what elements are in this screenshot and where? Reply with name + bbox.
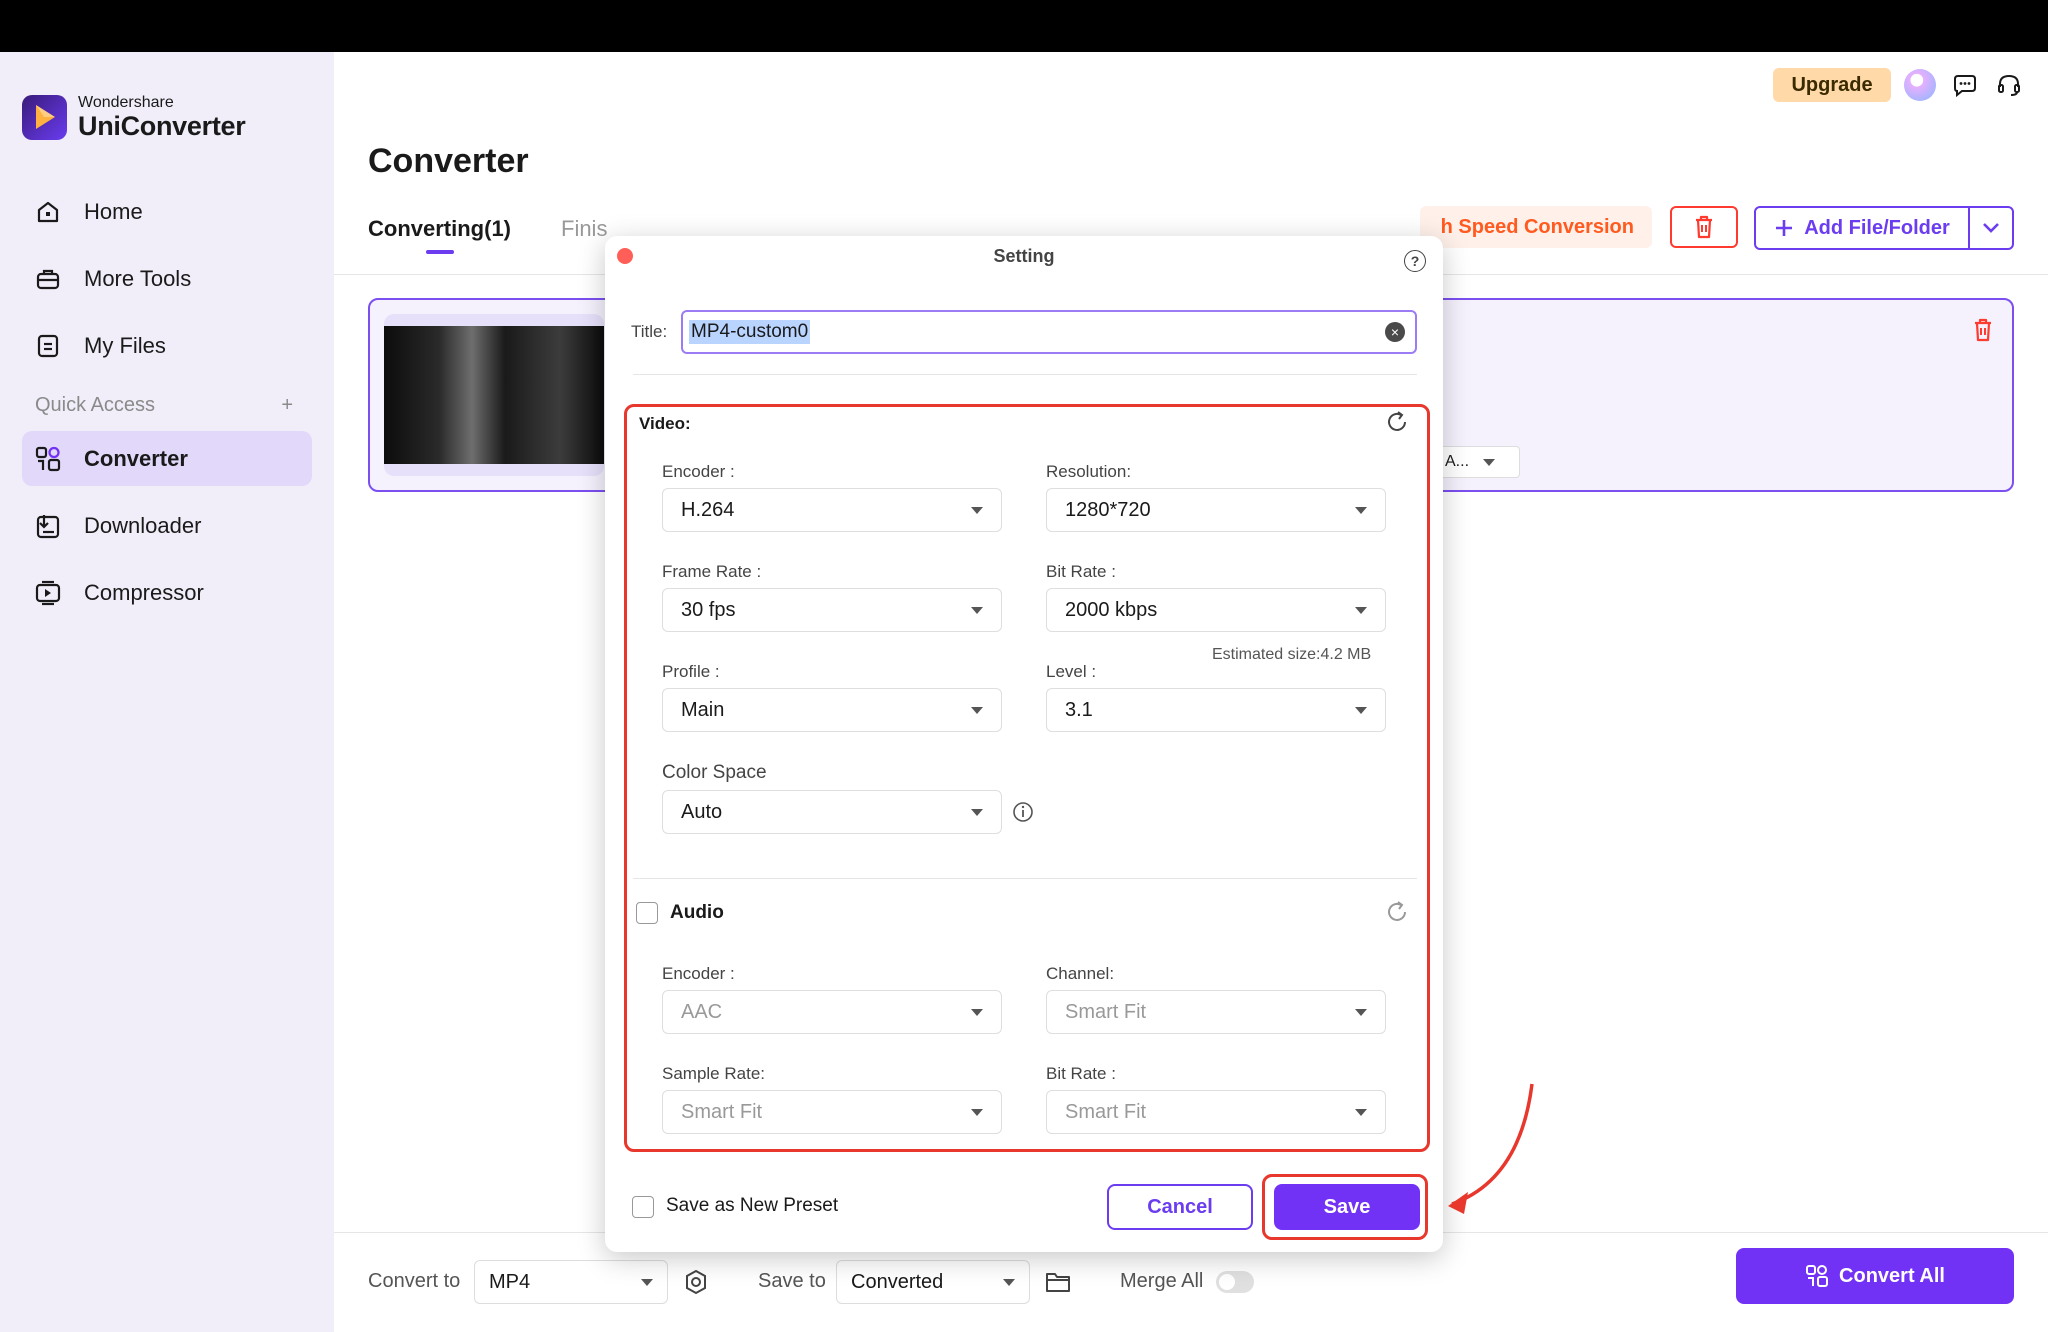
- downloader-icon: [34, 512, 62, 540]
- merge-all-label: Merge All: [1120, 1270, 1204, 1292]
- high-speed-conversion-button[interactable]: h Speed Conversion: [1420, 206, 1652, 248]
- caret-down-icon: [1003, 1278, 1015, 1286]
- save-to-label: Save to: [758, 1270, 826, 1292]
- sidebar-item-home[interactable]: Home: [22, 184, 312, 239]
- window-top-bar: [0, 0, 2048, 52]
- merge-all-toggle[interactable]: [1216, 1271, 1254, 1293]
- tab-finished[interactable]: Finis: [561, 216, 607, 242]
- sidebar-item-label: Home: [84, 198, 143, 224]
- help-icon[interactable]: ?: [1404, 250, 1426, 272]
- sidebar-item-label: Compressor: [84, 579, 204, 605]
- trash-icon: [1975, 318, 1991, 342]
- sidebar: Wondershare UniConverter Home More Tools…: [0, 52, 334, 1332]
- converter-icon: [1806, 1265, 1829, 1287]
- upgrade-button[interactable]: Upgrade: [1773, 68, 1891, 102]
- card-format-dropdown[interactable]: A...: [1436, 446, 1520, 478]
- sidebar-item-downloader[interactable]: Downloader: [22, 498, 312, 553]
- brand-small: Wondershare: [78, 94, 174, 111]
- app-window: Wondershare UniConverter Home More Tools…: [0, 52, 2048, 1332]
- card-dropdown-label: A...: [1445, 453, 1470, 470]
- sidebar-item-compressor[interactable]: Compressor: [22, 565, 312, 620]
- compressor-icon: [34, 579, 62, 607]
- plus-icon: [1776, 220, 1793, 236]
- remove-file-button[interactable]: [1972, 318, 1994, 347]
- convert-to-label: Convert to: [368, 1270, 461, 1292]
- format-settings-icon[interactable]: [682, 1268, 710, 1301]
- sidebar-item-label: Converter: [84, 445, 188, 471]
- highlight-box-save: [1262, 1174, 1428, 1240]
- title-label: Title:: [631, 322, 668, 341]
- delete-all-button[interactable]: [1670, 206, 1738, 248]
- message-icon[interactable]: [1948, 68, 1982, 102]
- caret-down-icon: [641, 1278, 653, 1286]
- video-thumbnail[interactable]: [384, 314, 604, 476]
- convert-to-select[interactable]: MP4: [474, 1260, 668, 1304]
- quick-access-add-button[interactable]: +: [281, 394, 293, 417]
- save-to-select[interactable]: Converted: [836, 1260, 1030, 1304]
- page-title: Converter: [368, 142, 529, 180]
- sidebar-item-label: My Files: [84, 332, 166, 358]
- app-logo: Wondershare UniConverter: [22, 94, 246, 141]
- add-file-folder-label: Add File/Folder: [1804, 216, 1950, 239]
- highlight-box-settings: [624, 404, 1430, 1152]
- tab-converting[interactable]: Converting(1): [368, 216, 511, 254]
- files-icon: [34, 332, 62, 360]
- save-to-value: Converted: [851, 1270, 944, 1293]
- add-file-folder-button[interactable]: Add File/Folder: [1754, 206, 1970, 250]
- convert-all-button[interactable]: Convert All: [1736, 1248, 2014, 1304]
- quick-access-label: Quick Access: [35, 394, 156, 416]
- preset-title-value: MP4-custom0: [689, 320, 811, 344]
- toolbox-icon: [34, 265, 62, 293]
- sidebar-item-my-files[interactable]: My Files: [22, 318, 312, 373]
- preset-title-input[interactable]: MP4-custom0 ×: [681, 310, 1417, 354]
- caret-down-icon: [1483, 458, 1496, 466]
- chevron-down-icon: [1983, 223, 1999, 233]
- add-file-dropdown[interactable]: [1968, 206, 2014, 250]
- sidebar-item-converter[interactable]: Converter: [22, 431, 312, 486]
- quick-access-header: Quick Access +: [35, 394, 293, 417]
- headset-icon[interactable]: [1992, 68, 2026, 102]
- sidebar-item-label: Downloader: [84, 512, 202, 538]
- sidebar-item-more-tools[interactable]: More Tools: [22, 251, 312, 306]
- uniconverter-logo-icon: [22, 94, 67, 140]
- save-preset-checkbox[interactable]: [632, 1196, 654, 1218]
- home-icon: [34, 198, 62, 226]
- divider: [633, 374, 1417, 375]
- cancel-button[interactable]: Cancel: [1107, 1184, 1253, 1230]
- video-thumbnail-image: [384, 326, 604, 464]
- folder-icon[interactable]: [1044, 1270, 1072, 1299]
- sidebar-item-label: More Tools: [84, 265, 192, 291]
- avatar[interactable]: [1904, 69, 1936, 101]
- annotation-arrow-icon: [1448, 1083, 1534, 1214]
- save-preset-label: Save as New Preset: [666, 1195, 839, 1216]
- converter-icon: [34, 445, 62, 473]
- dialog-title: Setting: [993, 246, 1055, 266]
- convert-to-value: MP4: [489, 1270, 531, 1293]
- clear-input-icon[interactable]: ×: [1385, 322, 1405, 342]
- convert-all-label: Convert All: [1839, 1264, 1945, 1287]
- brand-name: UniConverter: [78, 111, 246, 141]
- trash-icon: [1696, 215, 1712, 239]
